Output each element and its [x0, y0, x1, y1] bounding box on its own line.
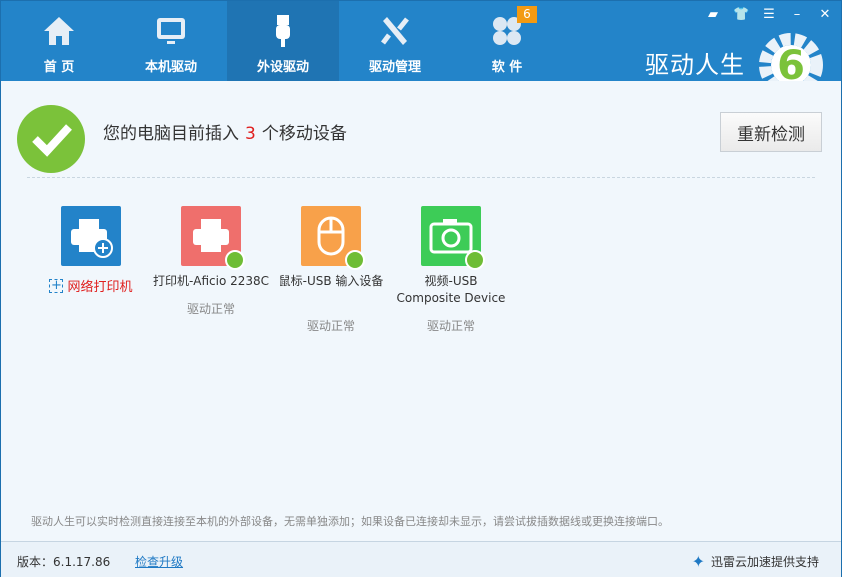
footer: 版本：6.1.17.86 检查升级 ✦ 迅雷云加速提供支持	[1, 541, 841, 577]
tab-home[interactable]: 首 页	[3, 1, 115, 81]
ok-check-icon	[345, 250, 365, 270]
add-icon: +	[49, 277, 64, 293]
close-icon[interactable]: ✕	[817, 7, 833, 22]
brand-name: 驱动人生	[645, 51, 745, 79]
success-check-icon	[17, 105, 85, 173]
monitor-icon	[157, 18, 185, 44]
hint-text: 驱动人生可以实时检测直接连接至本机的外部设备，无需单独添加；如果设备已连接却未显…	[31, 515, 669, 528]
device-count-status: 您的电脑目前插入 3 个移动设备	[103, 124, 347, 144]
home-icon	[44, 17, 74, 45]
device-item[interactable]: 视频-USB Composite Device 驱动正常	[391, 206, 511, 334]
skin-icon[interactable]: 👕	[733, 7, 749, 22]
menu-icon[interactable]: ☰	[761, 7, 777, 22]
add-network-printer[interactable]: + 网络打印机	[31, 206, 151, 295]
mouse-icon	[301, 206, 365, 270]
software-badge: 6	[517, 6, 537, 23]
divider	[27, 177, 815, 178]
device-item[interactable]: 鼠标-USB 输入设备 驱动正常	[271, 206, 391, 334]
tab-label: 软 件	[491, 60, 523, 75]
device-name: 鼠标-USB 输入设备	[278, 274, 384, 288]
minimize-icon[interactable]: –	[789, 7, 805, 22]
device-status: 驱动正常	[426, 319, 475, 333]
header: 首 页 本机驱动 外设驱动 驱动管理 软 件 6 ▰ 👕 ☰ – ✕ 驱动人生 …	[1, 1, 841, 97]
version-label: 版本：6.1.17.86	[17, 555, 111, 569]
device-item[interactable]: 打印机-Aficio 2238C 驱动正常	[151, 206, 271, 317]
check-upgrade-link[interactable]: 检查升级	[135, 553, 183, 570]
rescan-button[interactable]: 重新检测	[720, 112, 822, 152]
app-window: 首 页 本机驱动 外设驱动 驱动管理 软 件 6 ▰ 👕 ☰ – ✕ 驱动人生 …	[0, 0, 842, 577]
device-name: 打印机-Aficio 2238C	[152, 274, 270, 288]
tab-label: 外设驱动	[256, 60, 309, 75]
feedback-icon[interactable]: ▰	[705, 7, 721, 22]
tab-local-drivers[interactable]: 本机驱动	[115, 1, 227, 81]
network-printer-icon	[61, 206, 121, 266]
xunlei-bird-icon: ✦	[691, 552, 705, 571]
add-printer-label: 网络打印机	[67, 280, 133, 295]
main-content: 您的电脑目前插入 3 个移动设备 重新检测 + 网络打印机 打印机-Aficio 22…	[1, 81, 841, 541]
tab-peripheral-drivers[interactable]: 外设驱动	[227, 1, 339, 81]
support-text: 迅雷云加速提供支持	[710, 555, 819, 569]
tab-driver-management[interactable]: 驱动管理	[339, 1, 451, 81]
device-name: 视频-USB Composite Device	[396, 274, 506, 305]
device-status: 驱动正常	[306, 319, 355, 333]
tab-software[interactable]: 软 件	[451, 1, 563, 81]
tab-label: 驱动管理	[368, 60, 421, 75]
camera-icon	[421, 206, 485, 270]
tools-icon	[381, 17, 409, 45]
tab-label: 首 页	[43, 60, 75, 75]
usb-icon	[276, 15, 290, 47]
ok-check-icon	[465, 250, 485, 270]
printer-icon	[181, 206, 245, 270]
tab-label: 本机驱动	[144, 60, 197, 75]
device-status: 驱动正常	[186, 302, 235, 316]
ok-check-icon	[225, 250, 245, 270]
